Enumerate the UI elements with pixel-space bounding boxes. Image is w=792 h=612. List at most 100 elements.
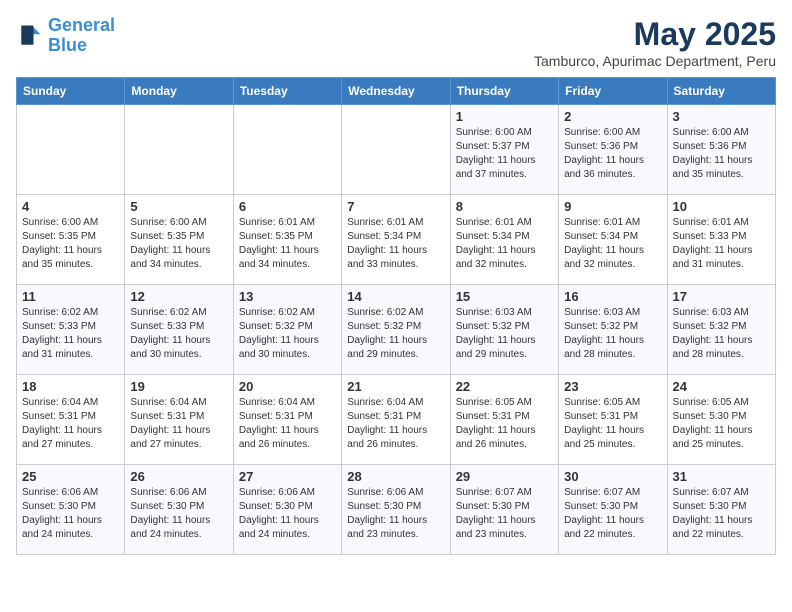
month-title: May 2025 <box>534 16 776 53</box>
calendar-cell: 4 Sunrise: 6:00 AMSunset: 5:35 PMDaylight… <box>17 195 125 285</box>
day-info: Sunrise: 6:01 AMSunset: 5:35 PMDaylight:… <box>239 216 336 272</box>
day-number: 4 <box>22 199 119 214</box>
day-info: Sunrise: 6:00 AMSunset: 5:35 PMDaylight:… <box>22 216 119 272</box>
calendar-cell: 2Sunrise: 6:00 AMSunset: 5:36 PMDaylight… <box>559 105 667 195</box>
day-info: Sunrise: 6:06 AMSunset: 5:30 PMDaylight:… <box>347 486 444 542</box>
day-header-thursday: Thursday <box>450 78 558 105</box>
calendar-cell: 16 Sunrise: 6:03 AMSunset: 5:32 PMDayligh… <box>559 285 667 375</box>
logo-text: General Blue <box>48 16 115 56</box>
day-number: 3 <box>673 109 770 124</box>
day-number: 8 <box>456 199 553 214</box>
day-info: Sunrise: 6:01 AMSunset: 5:34 PMDaylight:… <box>347 216 444 272</box>
day-info: Sunrise: 6:03 AMSunset: 5:32 PMDaylight:… <box>564 306 661 362</box>
day-number: 18 <box>22 379 119 394</box>
day-number: 26 <box>130 469 227 484</box>
calendar-table: SundayMondayTuesdayWednesdayThursdayFrid… <box>16 77 776 555</box>
day-number: 5 <box>130 199 227 214</box>
day-header-monday: Monday <box>125 78 233 105</box>
calendar-cell: 31Sunrise: 6:07 AMSunset: 5:30 PMDayligh… <box>667 465 775 555</box>
calendar-cell: 17 Sunrise: 6:03 AMSunset: 5:32 PMDayligh… <box>667 285 775 375</box>
day-number: 16 <box>564 289 661 304</box>
day-info: Sunrise: 6:07 AMSunset: 5:30 PMDaylight:… <box>564 486 661 542</box>
day-number: 29 <box>456 469 553 484</box>
day-info: Sunrise: 6:04 AMSunset: 5:31 PMDaylight:… <box>22 396 119 452</box>
day-number: 2 <box>564 109 661 124</box>
day-info: Sunrise: 6:05 AMSunset: 5:30 PMDaylight:… <box>673 396 770 452</box>
day-number: 25 <box>22 469 119 484</box>
day-info: Sunrise: 6:01 AMSunset: 5:34 PMDaylight:… <box>456 216 553 272</box>
day-number: 19 <box>130 379 227 394</box>
day-number: 30 <box>564 469 661 484</box>
day-info: Sunrise: 6:04 AMSunset: 5:31 PMDaylight:… <box>239 396 336 452</box>
calendar-cell: 1 Sunrise: 6:00 AMSunset: 5:37 PMDaylight… <box>450 105 558 195</box>
day-info: Sunrise: 6:02 AMSunset: 5:33 PMDaylight:… <box>22 306 119 362</box>
calendar-cell: 23 Sunrise: 6:05 AMSunset: 5:31 PMDayligh… <box>559 375 667 465</box>
calendar-cell: 18 Sunrise: 6:04 AMSunset: 5:31 PMDayligh… <box>17 375 125 465</box>
calendar-cell: 3 Sunrise: 6:00 AMSunset: 5:36 PMDaylight… <box>667 105 775 195</box>
calendar-cell: 7 Sunrise: 6:01 AMSunset: 5:34 PMDaylight… <box>342 195 450 285</box>
day-info: Sunrise: 6:02 AMSunset: 5:33 PMDaylight:… <box>130 306 227 362</box>
day-number: 15 <box>456 289 553 304</box>
day-info: Sunrise: 6:00 AMSunset: 5:37 PMDaylight:… <box>456 126 553 182</box>
day-info: Sunrise: 6:04 AMSunset: 5:31 PMDaylight:… <box>347 396 444 452</box>
title-block: May 2025 Tamburco, Apurimac Department, … <box>534 16 776 69</box>
day-number: 28 <box>347 469 444 484</box>
logo: General Blue <box>16 16 115 56</box>
calendar-cell <box>125 105 233 195</box>
calendar-cell: 8 Sunrise: 6:01 AMSunset: 5:34 PMDaylight… <box>450 195 558 285</box>
calendar-cell: 12 Sunrise: 6:02 AMSunset: 5:33 PMDayligh… <box>125 285 233 375</box>
day-header-tuesday: Tuesday <box>233 78 341 105</box>
day-info: Sunrise: 6:06 AMSunset: 5:30 PMDaylight:… <box>130 486 227 542</box>
day-header-friday: Friday <box>559 78 667 105</box>
day-number: 10 <box>673 199 770 214</box>
calendar-cell: 10 Sunrise: 6:01 AMSunset: 5:33 PMDayligh… <box>667 195 775 285</box>
calendar-cell: 19 Sunrise: 6:04 AMSunset: 5:31 PMDayligh… <box>125 375 233 465</box>
day-info: Sunrise: 6:02 AMSunset: 5:32 PMDaylight:… <box>239 306 336 362</box>
day-number: 23 <box>564 379 661 394</box>
calendar-cell: 6 Sunrise: 6:01 AMSunset: 5:35 PMDaylight… <box>233 195 341 285</box>
calendar-cell: 13 Sunrise: 6:02 AMSunset: 5:32 PMDayligh… <box>233 285 341 375</box>
calendar-cell: 30 Sunrise: 6:07 AMSunset: 5:30 PMDayligh… <box>559 465 667 555</box>
calendar-cell: 9 Sunrise: 6:01 AMSunset: 5:34 PMDaylight… <box>559 195 667 285</box>
calendar-cell <box>17 105 125 195</box>
day-info: Sunrise: 6:00 AMSunset: 5:36 PMDaylight:… <box>673 126 770 182</box>
day-info: Sunrise: 6:01 AMSunset: 5:33 PMDaylight:… <box>673 216 770 272</box>
day-number: 17 <box>673 289 770 304</box>
calendar-cell: 22 Sunrise: 6:05 AMSunset: 5:31 PMDayligh… <box>450 375 558 465</box>
day-info: Sunrise: 6:03 AMSunset: 5:32 PMDaylight:… <box>673 306 770 362</box>
calendar-cell: 11 Sunrise: 6:02 AMSunset: 5:33 PMDayligh… <box>17 285 125 375</box>
day-number: 7 <box>347 199 444 214</box>
calendar-cell: 26 Sunrise: 6:06 AMSunset: 5:30 PMDayligh… <box>125 465 233 555</box>
calendar-cell: 5Sunrise: 6:00 AMSunset: 5:35 PMDaylight… <box>125 195 233 285</box>
calendar-cell: 21 Sunrise: 6:04 AMSunset: 5:31 PMDayligh… <box>342 375 450 465</box>
calendar-cell: 28 Sunrise: 6:06 AMSunset: 5:30 PMDayligh… <box>342 465 450 555</box>
page-header: General Blue May 2025 Tamburco, Apurimac… <box>16 16 776 69</box>
calendar-cell: 20 Sunrise: 6:04 AMSunset: 5:31 PMDayligh… <box>233 375 341 465</box>
calendar-cell <box>233 105 341 195</box>
day-number: 21 <box>347 379 444 394</box>
day-number: 13 <box>239 289 336 304</box>
calendar-cell <box>342 105 450 195</box>
day-info: Sunrise: 6:05 AMSunset: 5:31 PMDaylight:… <box>564 396 661 452</box>
day-header-saturday: Saturday <box>667 78 775 105</box>
day-number: 12 <box>130 289 227 304</box>
day-number: 11 <box>22 289 119 304</box>
day-number: 27 <box>239 469 336 484</box>
day-info: Sunrise: 6:01 AMSunset: 5:34 PMDaylight:… <box>564 216 661 272</box>
day-number: 1 <box>456 109 553 124</box>
location-title: Tamburco, Apurimac Department, Peru <box>534 53 776 69</box>
day-info: Sunrise: 6:05 AMSunset: 5:31 PMDaylight:… <box>456 396 553 452</box>
logo-icon <box>16 22 44 50</box>
day-number: 14 <box>347 289 444 304</box>
calendar-cell: 14 Sunrise: 6:02 AMSunset: 5:32 PMDayligh… <box>342 285 450 375</box>
day-number: 20 <box>239 379 336 394</box>
day-number: 22 <box>456 379 553 394</box>
day-info: Sunrise: 6:04 AMSunset: 5:31 PMDaylight:… <box>130 396 227 452</box>
day-number: 6 <box>239 199 336 214</box>
day-info: Sunrise: 6:07 AMSunset: 5:30 PMDaylight:… <box>456 486 553 542</box>
day-number: 9 <box>564 199 661 214</box>
day-number: 31 <box>673 469 770 484</box>
day-number: 24 <box>673 379 770 394</box>
day-info: Sunrise: 6:02 AMSunset: 5:32 PMDaylight:… <box>347 306 444 362</box>
day-header-sunday: Sunday <box>17 78 125 105</box>
